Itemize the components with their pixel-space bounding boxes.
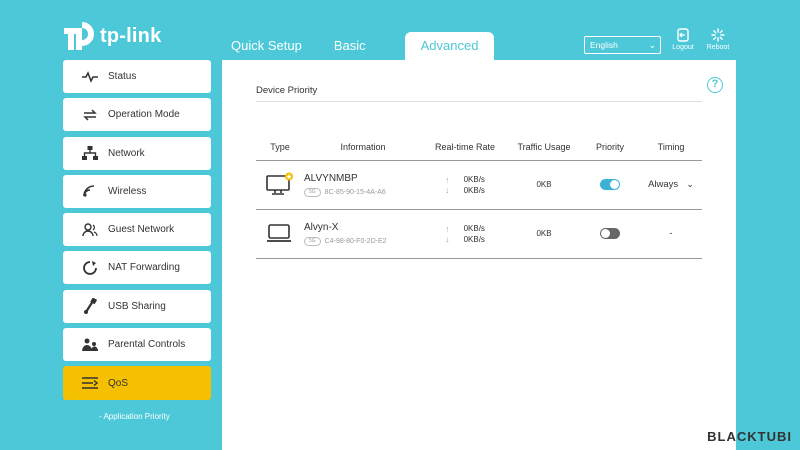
band-badge: 5G xyxy=(304,187,321,197)
tp-link-logo: tp-link xyxy=(62,18,161,54)
sidebar-item-guest-network[interactable]: Guest Network xyxy=(63,213,211,247)
language-value: English xyxy=(590,40,618,50)
section-title: Device Priority xyxy=(256,85,318,96)
sidebar-subitem-application-priority[interactable]: - Application Priority xyxy=(63,406,211,428)
timing-cell: - xyxy=(640,209,702,259)
table-row: Alvyn-X 5G C4-98-80-F0-2D-E2 ↑ ↓ 0KB/s 0K… xyxy=(256,209,702,259)
sidebar-item-label: Parental Controls xyxy=(108,339,186,351)
mac-address: C4-98-80-F0-2D-E2 xyxy=(324,237,387,245)
rate-cell: ↑ ↓ 0KB/s 0KB/s xyxy=(422,209,508,259)
timing-value: Always xyxy=(648,179,679,190)
device-type-cell xyxy=(256,160,304,210)
chevron-down-icon: ⌄ xyxy=(686,179,694,189)
tab-quick-setup[interactable]: Quick Setup xyxy=(218,32,315,60)
priority-cell xyxy=(580,160,640,210)
sidebar-item-label: NAT Forwarding xyxy=(108,262,180,274)
column-header: Information xyxy=(304,134,422,161)
column-header: Real-time Rate xyxy=(422,134,508,161)
main-panel: ? Device Priority Type Information Real-… xyxy=(222,60,736,450)
logout-icon xyxy=(676,28,690,42)
sidebar-item-nat-forwarding[interactable]: NAT Forwarding xyxy=(63,251,211,285)
mac-address: 8C-85-90-15-4A-A6 xyxy=(324,188,386,196)
laptop-icon xyxy=(266,223,294,247)
download-rate: 0KB/s xyxy=(463,234,485,244)
main-tabs: Quick Setup Basic Advanced xyxy=(218,32,500,62)
family-icon xyxy=(82,337,98,353)
desktop-icon xyxy=(266,172,294,198)
qos-subnav: - Application Priority xyxy=(63,405,211,428)
reboot-label: Reboot xyxy=(706,44,730,51)
wifi-icon xyxy=(82,183,98,199)
sidebar-item-label: USB Sharing xyxy=(108,300,166,312)
sidebar-item-label: Status xyxy=(108,71,137,82)
sidebar-item-label: QoS xyxy=(108,377,129,389)
device-name: Alvyn-X xyxy=(304,221,339,233)
priority-toggle[interactable] xyxy=(600,228,620,239)
timing-value: - xyxy=(669,228,673,239)
device-info-cell: Alvyn-X 5G C4-98-80-F0-2D-E2 xyxy=(304,209,422,259)
network-icon xyxy=(82,145,98,161)
sidebar-item-operation-mode[interactable]: Operation Mode xyxy=(63,98,211,132)
qos-icon xyxy=(82,375,98,391)
band-badge: 5G xyxy=(304,236,321,246)
download-rate: 0KB/s xyxy=(463,185,485,195)
sidebar-item-label: Wireless xyxy=(108,185,147,197)
sidebar-item-wireless[interactable]: Wireless xyxy=(63,174,211,208)
device-priority-table: Type Information Real-time Rate Traffic … xyxy=(256,134,702,259)
usb-icon xyxy=(82,298,98,315)
rate-cell: ↑ ↓ 0KB/s 0KB/s xyxy=(422,160,508,210)
device-meta: 5G 8C-85-90-15-4A-A6 xyxy=(304,187,422,197)
up-down-arrows-icon: ↑ ↓ xyxy=(445,174,450,195)
sidebar-item-label: Network xyxy=(108,147,145,159)
sidebar-item-status[interactable]: Status xyxy=(63,60,211,93)
column-header: Priority xyxy=(580,134,640,161)
priority-toggle[interactable] xyxy=(600,179,620,190)
sidebar-item-qos[interactable]: QoS xyxy=(63,366,211,401)
sidebar-item-label: Guest Network xyxy=(108,224,175,236)
help-icon[interactable]: ? xyxy=(707,77,723,93)
sidebar-item-network[interactable]: Network xyxy=(63,136,211,170)
tab-basic[interactable]: Basic xyxy=(321,32,379,60)
table-header-row: Type Information Real-time Rate Traffic … xyxy=(256,134,702,161)
sidebar-item-parental-controls[interactable]: Parental Controls xyxy=(63,328,211,362)
upload-rate: 0KB/s xyxy=(463,174,485,184)
traffic-usage: 0KB xyxy=(508,160,580,210)
pulse-icon xyxy=(82,69,98,85)
logout-label: Logout xyxy=(672,44,694,51)
device-info-cell: ALVYNMBP 5G 8C-85-90-15-4A-A6 xyxy=(304,160,422,210)
sidebar: Status Operation Mode Network Wireless G… xyxy=(63,60,211,428)
timing-cell[interactable]: Always ⌄ xyxy=(640,160,702,210)
guest-icon xyxy=(82,222,98,238)
device-name: ALVYNMBP xyxy=(304,172,358,184)
table-row: ALVYNMBP 5G 8C-85-90-15-4A-A6 ↑ ↓ 0KB/s 0… xyxy=(256,160,702,210)
upload-rate: 0KB/s xyxy=(463,223,485,233)
column-header: Traffic Usage xyxy=(508,134,580,161)
column-header: Timing xyxy=(640,134,702,161)
tp-link-logo-mark xyxy=(62,18,98,54)
chevron-down-icon: ⌄ xyxy=(648,40,656,50)
reboot-button[interactable]: Reboot xyxy=(703,28,733,51)
device-type-cell xyxy=(256,209,304,259)
sidebar-item-usb-sharing[interactable]: USB Sharing xyxy=(63,289,211,323)
swap-icon xyxy=(82,107,98,123)
divider xyxy=(256,101,702,102)
column-header: Type xyxy=(256,134,304,161)
logout-button[interactable]: Logout xyxy=(668,28,698,51)
device-meta: 5G C4-98-80-F0-2D-E2 xyxy=(304,236,422,246)
logo-text: tp-link xyxy=(100,24,162,47)
watermark: BLACKTUBI xyxy=(707,429,792,444)
sidebar-item-label: Operation Mode xyxy=(108,109,180,121)
tab-advanced[interactable]: Advanced xyxy=(404,32,495,62)
priority-cell xyxy=(580,209,640,259)
traffic-usage: 0KB xyxy=(508,209,580,259)
nat-icon xyxy=(82,260,98,276)
language-select[interactable]: English ⌄ xyxy=(584,36,661,54)
up-down-arrows-icon: ↑ ↓ xyxy=(445,223,450,244)
reboot-icon xyxy=(711,28,725,42)
